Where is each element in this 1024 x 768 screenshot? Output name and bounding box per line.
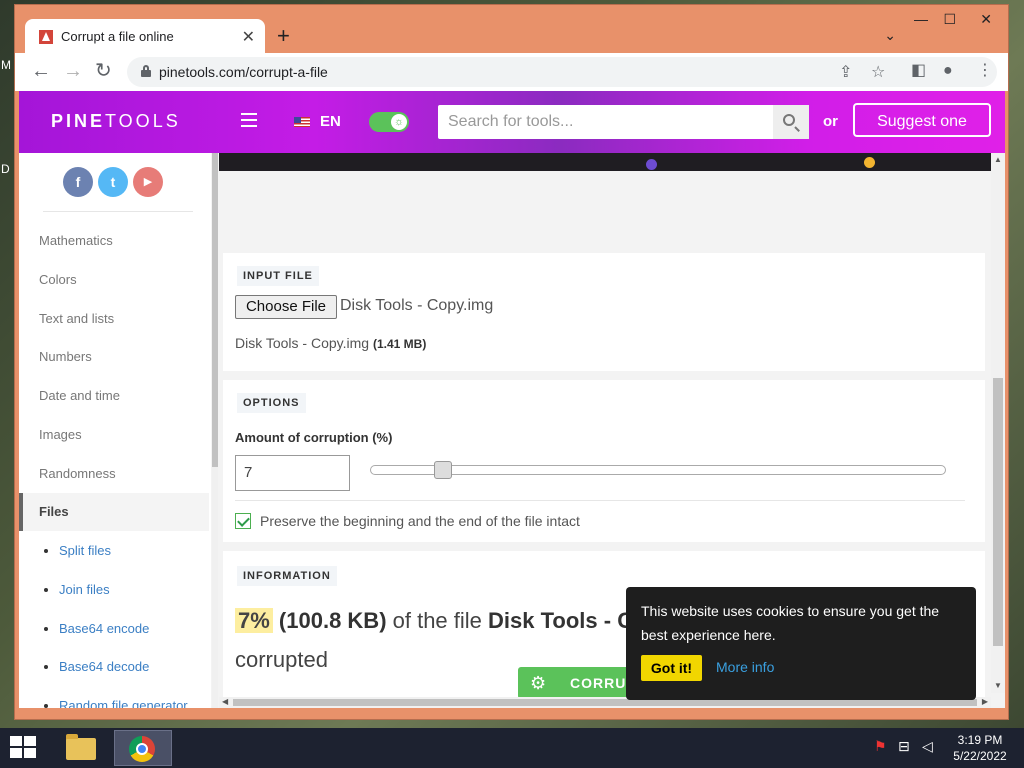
scroll-left-arrow-icon[interactable]: ◀ <box>222 697 228 706</box>
sidebar-item-text-and-lists[interactable]: Text and lists <box>39 311 114 326</box>
percent-highlight: 7% <box>235 608 273 633</box>
preserve-label: Preserve the beginning and the end of th… <box>260 513 580 529</box>
sidebar-item-numbers[interactable]: Numbers <box>39 349 92 364</box>
input-file-card <box>223 253 985 371</box>
tab-search-chevron-icon[interactable]: ⌄ <box>884 27 896 44</box>
bookmark-star-icon[interactable]: ☆ <box>871 62 885 82</box>
chrome-icon <box>129 736 155 762</box>
options-heading: OPTIONS <box>237 393 306 413</box>
site-search <box>438 105 809 139</box>
twitter-icon[interactable]: t <box>98 167 128 197</box>
close-window-button[interactable]: ✕ <box>980 11 992 28</box>
maximize-button[interactable]: ☐ <box>943 11 956 28</box>
tab-title: Corrupt a file online <box>61 29 174 44</box>
selected-file-name: Disk Tools - Copy.img <box>340 297 494 314</box>
taskbar: ⚑ ⊟ ◁ 3:19 PM 5/22/2022 <box>0 728 1024 768</box>
sidebar-subitem-random-file-generator[interactable]: Random file generator <box>44 698 188 708</box>
profile-avatar-icon[interactable]: ● <box>943 61 953 81</box>
options-divider <box>235 500 965 501</box>
tab-close-icon[interactable]: ✕ <box>242 27 255 47</box>
address-bar[interactable]: pinetools.com/corrupt-a-file ⇪ ☆ <box>127 57 997 87</box>
sidebar-scrollbar[interactable] <box>212 153 218 708</box>
information-heading: INFORMATION <box>237 566 337 586</box>
pinetools-logo[interactable]: PINETOOLS <box>51 111 181 132</box>
corrupted-size: (100.8 KB) <box>278 608 387 633</box>
sidebar-subitem-split-files[interactable]: Split files <box>43 543 111 558</box>
amount-of-corruption-label: Amount of corruption (%) <box>235 430 393 445</box>
sidebar-item-colors[interactable]: Colors <box>39 272 77 287</box>
file-explorer-taskbar-button[interactable] <box>51 730 109 766</box>
choose-file-button[interactable]: Choose File <box>235 295 337 319</box>
sidebar-subitem-base64-decode[interactable]: Base64 decode <box>43 659 149 674</box>
folder-icon <box>66 734 96 760</box>
site-header: PINETOOLS EN ☼ or Suggest one <box>19 91 1005 153</box>
url-text: pinetools.com/corrupt-a-file <box>159 64 328 80</box>
share-icon[interactable]: ⇪ <box>839 62 852 82</box>
network-icon[interactable]: ⊟ <box>898 738 910 755</box>
windows-start-icon[interactable] <box>10 736 38 760</box>
facebook-icon[interactable]: f <box>63 167 93 197</box>
or-label: or <box>823 113 838 130</box>
search-icon <box>783 114 795 126</box>
browser-menu-icon[interactable]: ⋮ <box>977 61 993 81</box>
side-panel-icon[interactable]: ◧ <box>911 61 926 81</box>
reload-icon[interactable]: ↻ <box>95 61 112 81</box>
desktop-label-m: M <box>1 58 11 72</box>
search-input[interactable] <box>438 105 773 139</box>
slider-thumb[interactable] <box>434 461 452 479</box>
got-it-button[interactable]: Got it! <box>641 655 702 681</box>
new-tab-button[interactable]: + <box>277 25 290 47</box>
more-info-link[interactable]: More info <box>716 659 774 675</box>
browser-toolbar: ← → ↻ pinetools.com/corrupt-a-file ⇪ ☆ ◧… <box>15 53 1008 91</box>
browser-tab[interactable]: Corrupt a file online ✕ <box>25 19 265 54</box>
preserve-checkbox[interactable] <box>235 513 251 529</box>
system-clock[interactable]: 3:19 PM 5/22/2022 <box>948 732 1012 764</box>
back-arrow-icon[interactable]: ← <box>31 61 51 81</box>
gear-icon: ⚙ <box>530 673 547 693</box>
page-scrollbar[interactable]: ▲ ▼ <box>991 153 1005 693</box>
horizontal-scrollbar-thumb[interactable] <box>233 699 977 706</box>
input-file-heading: INPUT FILE <box>237 266 319 286</box>
youtube-icon[interactable]: ▶ <box>133 167 163 197</box>
cookie-banner: This website uses cookies to ensure you … <box>626 587 976 700</box>
sidebar-divider <box>43 211 193 212</box>
amount-of-corruption-input[interactable]: 7 <box>235 455 350 491</box>
search-button[interactable] <box>773 105 809 139</box>
scroll-up-arrow-icon[interactable]: ▲ <box>994 155 1002 164</box>
forward-arrow-icon[interactable]: → <box>63 61 83 81</box>
chrome-taskbar-button[interactable] <box>114 730 172 766</box>
scroll-down-arrow-icon[interactable]: ▼ <box>994 681 1002 690</box>
minimize-button[interactable]: — <box>914 11 928 27</box>
sidebar-item-randomness[interactable]: Randomness <box>39 466 116 481</box>
sidebar-item-mathematics[interactable]: Mathematics <box>39 233 113 248</box>
sidebar: f t ▶ Mathematics Colors Text and lists … <box>19 153 211 708</box>
file-info: Disk Tools - Copy.img (1.41 MB) <box>235 335 427 351</box>
sidebar-item-date-and-time[interactable]: Date and time <box>39 388 120 403</box>
us-flag-icon[interactable] <box>294 117 310 127</box>
lock-icon <box>141 65 151 77</box>
tab-bar: Corrupt a file online ✕ + ⌄ — ☐ ✕ <box>15 5 1008 54</box>
scroll-right-arrow-icon[interactable]: ▶ <box>982 697 988 706</box>
corruption-slider[interactable] <box>370 461 946 479</box>
sidebar-subitem-join-files[interactable]: Join files <box>44 582 110 597</box>
sidebar-item-images[interactable]: Images <box>39 427 82 442</box>
sidebar-item-files[interactable]: Files <box>19 493 209 531</box>
language-selector[interactable]: EN <box>320 113 341 130</box>
suggest-one-button[interactable]: Suggest one <box>853 103 991 137</box>
volume-muted-icon[interactable]: ◁ <box>922 738 933 755</box>
pinetools-favicon-icon <box>39 29 53 44</box>
hamburger-menu-icon[interactable] <box>241 113 257 131</box>
action-center-flag-icon[interactable]: ⚑ <box>874 738 887 755</box>
clock-time: 3:19 PM <box>957 733 1003 747</box>
theme-toggle[interactable]: ☼ <box>369 112 409 132</box>
clock-date: 5/22/2022 <box>953 749 1007 763</box>
sun-icon: ☼ <box>391 114 407 130</box>
sidebar-subitem-base64-encode[interactable]: Base64 encode <box>43 621 149 636</box>
cookie-message: This website uses cookies to ensure you … <box>641 603 940 643</box>
page-scrollbar-thumb[interactable] <box>993 378 1003 646</box>
header-banner-image <box>219 153 991 171</box>
desktop-label-d: D <box>1 162 10 176</box>
